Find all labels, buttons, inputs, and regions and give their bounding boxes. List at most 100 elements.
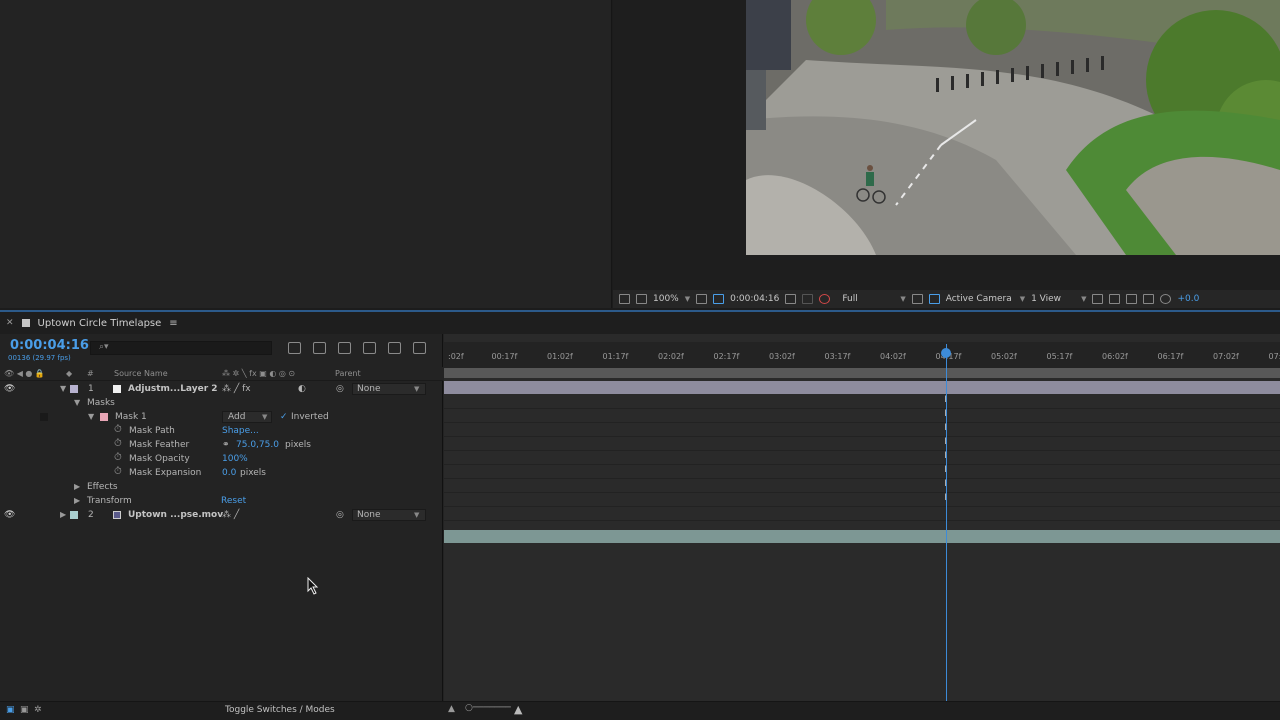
label-swatch[interactable] (70, 385, 78, 393)
snapshot-icon[interactable] (785, 294, 797, 304)
search-input[interactable]: ⌕▾ (90, 341, 272, 355)
comp-mini-flowchart-icon[interactable] (288, 342, 301, 354)
collapse-triangle-icon[interactable]: ▼ (74, 398, 80, 407)
reset-exposure-icon[interactable] (1160, 294, 1172, 304)
flowchart-icon[interactable] (1143, 294, 1155, 304)
adjustment-layer-icon[interactable]: ◐ (298, 384, 306, 394)
stopwatch-icon[interactable]: ⏱ (114, 466, 122, 477)
property-row[interactable]: ⏱ Mask Feather ⚭ 75.0,75.0 pixels (0, 438, 443, 452)
video-frame[interactable] (746, 0, 1280, 255)
close-icon[interactable]: ✕ (6, 318, 14, 328)
transparency-grid-icon[interactable] (928, 294, 940, 304)
chevron-down-icon[interactable]: ▼ (1081, 295, 1086, 303)
zoom-out-icon[interactable]: ▲ (448, 704, 455, 714)
fast-preview-icon[interactable] (1109, 294, 1121, 304)
mask-name[interactable]: Mask 1 (115, 412, 147, 422)
keyframe-marker-icon[interactable]: I (942, 451, 949, 461)
inverted-label[interactable]: Inverted (291, 412, 329, 422)
shy-icon[interactable] (338, 342, 351, 354)
keyframe-marker-icon[interactable]: I (942, 479, 949, 489)
mask-opacity-value[interactable]: 100% (222, 454, 248, 464)
keyframe-marker-icon[interactable]: I (942, 423, 949, 433)
tab-composition[interactable]: Uptown Circle Timelapse (38, 318, 162, 329)
color-channel-icon[interactable] (819, 294, 831, 304)
keyframe-marker-icon[interactable]: I (942, 409, 949, 419)
stopwatch-icon[interactable]: ⏱ (114, 424, 122, 435)
timeline-icon[interactable] (1126, 294, 1138, 304)
source-name-column[interactable]: Source Name (114, 369, 168, 378)
collapse-triangle-icon[interactable]: ▼ (88, 412, 94, 421)
chevron-down-icon[interactable]: ▼ (1020, 295, 1025, 303)
chevron-down-icon[interactable]: ▼ (414, 511, 419, 519)
time-graph[interactable]: :02f 00:17f 01:02f 01:17f 02:02f 02:17f 03:02f… (444, 334, 1280, 720)
expand-triangle-icon[interactable]: ▶ (60, 510, 66, 519)
pixel-aspect-icon[interactable] (1092, 294, 1104, 304)
pickwhip-icon[interactable]: ◎ (336, 510, 344, 520)
render-time-icon[interactable]: ▣ (6, 705, 15, 715)
draft-3d-icon[interactable] (313, 342, 326, 354)
eye-icon[interactable]: 👁 (4, 510, 15, 520)
link-icon[interactable]: ⚭ (222, 440, 230, 450)
layer-switches-icon[interactable]: ⁂ ╱ (222, 510, 239, 520)
lock-toggle[interactable] (40, 413, 48, 421)
zoom-slider[interactable]: ○─────── (465, 703, 511, 713)
transform-group[interactable]: ▶ Transform Reset (0, 494, 443, 508)
stopwatch-icon[interactable]: ⏱ (114, 438, 122, 449)
time-ruler[interactable]: :02f 00:17f 01:02f 01:17f 02:02f 02:17f 03:02f… (444, 342, 1280, 368)
pickwhip-icon[interactable]: ◎ (336, 384, 344, 394)
panel-menu-icon[interactable]: ≡ (169, 318, 177, 329)
collapse-triangle-icon[interactable]: ▼ (60, 384, 66, 393)
exposure-value[interactable]: +0.0 (1177, 294, 1199, 304)
chevron-down-icon[interactable]: ▼ (262, 413, 267, 421)
safe-zones-icon[interactable] (713, 294, 725, 304)
eye-icon[interactable]: 👁 (4, 384, 15, 394)
chevron-down-icon[interactable]: ▼ (414, 385, 419, 393)
view-layout-select[interactable]: 1 View (1031, 294, 1075, 304)
keyframe-marker-icon[interactable]: I (942, 465, 949, 475)
mask-row[interactable]: ▼ Mask 1 Add ▼ ✓ Inverted (0, 410, 443, 424)
mask-expansion-value[interactable]: 0.0 (222, 468, 236, 478)
label-swatch[interactable] (70, 511, 78, 519)
checkmark-icon[interactable]: ✓ (280, 412, 288, 422)
keyframe-marker-icon[interactable]: I (942, 395, 949, 405)
mask-color-swatch[interactable] (100, 413, 108, 421)
keyframe-marker-icon[interactable]: I (942, 493, 949, 503)
property-row[interactable]: ⏱ Mask Opacity 100% (0, 452, 443, 466)
zoom-level[interactable]: 100% (653, 294, 679, 304)
property-row[interactable]: ⏱ Mask Expansion 0.0 pixels (0, 466, 443, 480)
show-snapshot-icon[interactable] (802, 294, 814, 304)
expand-triangle-icon[interactable]: ▶ (74, 496, 80, 505)
reset-link[interactable]: Reset (221, 496, 246, 506)
zoom-in-icon[interactable]: ▲ (514, 703, 522, 716)
property-row[interactable]: ⏱ Mask Path Shape... (0, 424, 443, 438)
expand-pane-icon[interactable]: ▣ (20, 705, 29, 715)
stopwatch-icon[interactable]: ⏱ (114, 452, 122, 463)
chevron-down-icon[interactable]: ▼ (900, 295, 905, 303)
expand-triangle-icon[interactable]: ▶ (74, 482, 80, 491)
motion-blur-icon[interactable] (388, 342, 401, 354)
effects-group[interactable]: ▶ Effects (0, 480, 443, 494)
toggle-switches-modes-button[interactable]: Toggle Switches / Modes (225, 705, 335, 715)
keyframe-marker-icon[interactable]: I (942, 437, 949, 447)
layer-bar[interactable] (444, 381, 1280, 394)
layer-row[interactable]: 👁 ▼ 1 Adjustm...Layer 2 ⁂ ╱ fx ◐ ◎ None … (0, 382, 443, 396)
layer-name[interactable]: Uptown ...pse.mov (128, 510, 223, 520)
layer-row[interactable]: 👁 ▶ 2 Uptown ...pse.mov ⁂ ╱ ◎ None ▼ (0, 508, 443, 522)
current-time[interactable]: 0:00:04:16 (10, 338, 89, 353)
mask-path-value[interactable]: Shape... (222, 426, 259, 436)
work-area-bar[interactable] (444, 368, 1280, 378)
mask-feather-value[interactable]: 75.0,75.0 (236, 440, 279, 450)
layer-bar[interactable] (444, 530, 1280, 543)
monitor-icon[interactable] (636, 294, 647, 304)
region-of-interest-icon[interactable] (911, 294, 923, 304)
layer-switches-icon[interactable]: ⁂ ╱ fx (222, 384, 251, 394)
viewer-timecode[interactable]: 0:00:04:16 (730, 294, 779, 304)
masks-group[interactable]: ▼ Masks (0, 396, 443, 410)
layer-name[interactable]: Adjustm...Layer 2 (128, 384, 218, 394)
playhead-handle[interactable] (941, 348, 951, 358)
graph-editor-icon[interactable] (413, 342, 426, 354)
camera-select[interactable]: Active Camera (946, 294, 1014, 304)
resolution-select[interactable]: Full (842, 294, 894, 304)
fit-icon[interactable] (696, 294, 708, 304)
frame-blending-icon[interactable] (363, 342, 376, 354)
